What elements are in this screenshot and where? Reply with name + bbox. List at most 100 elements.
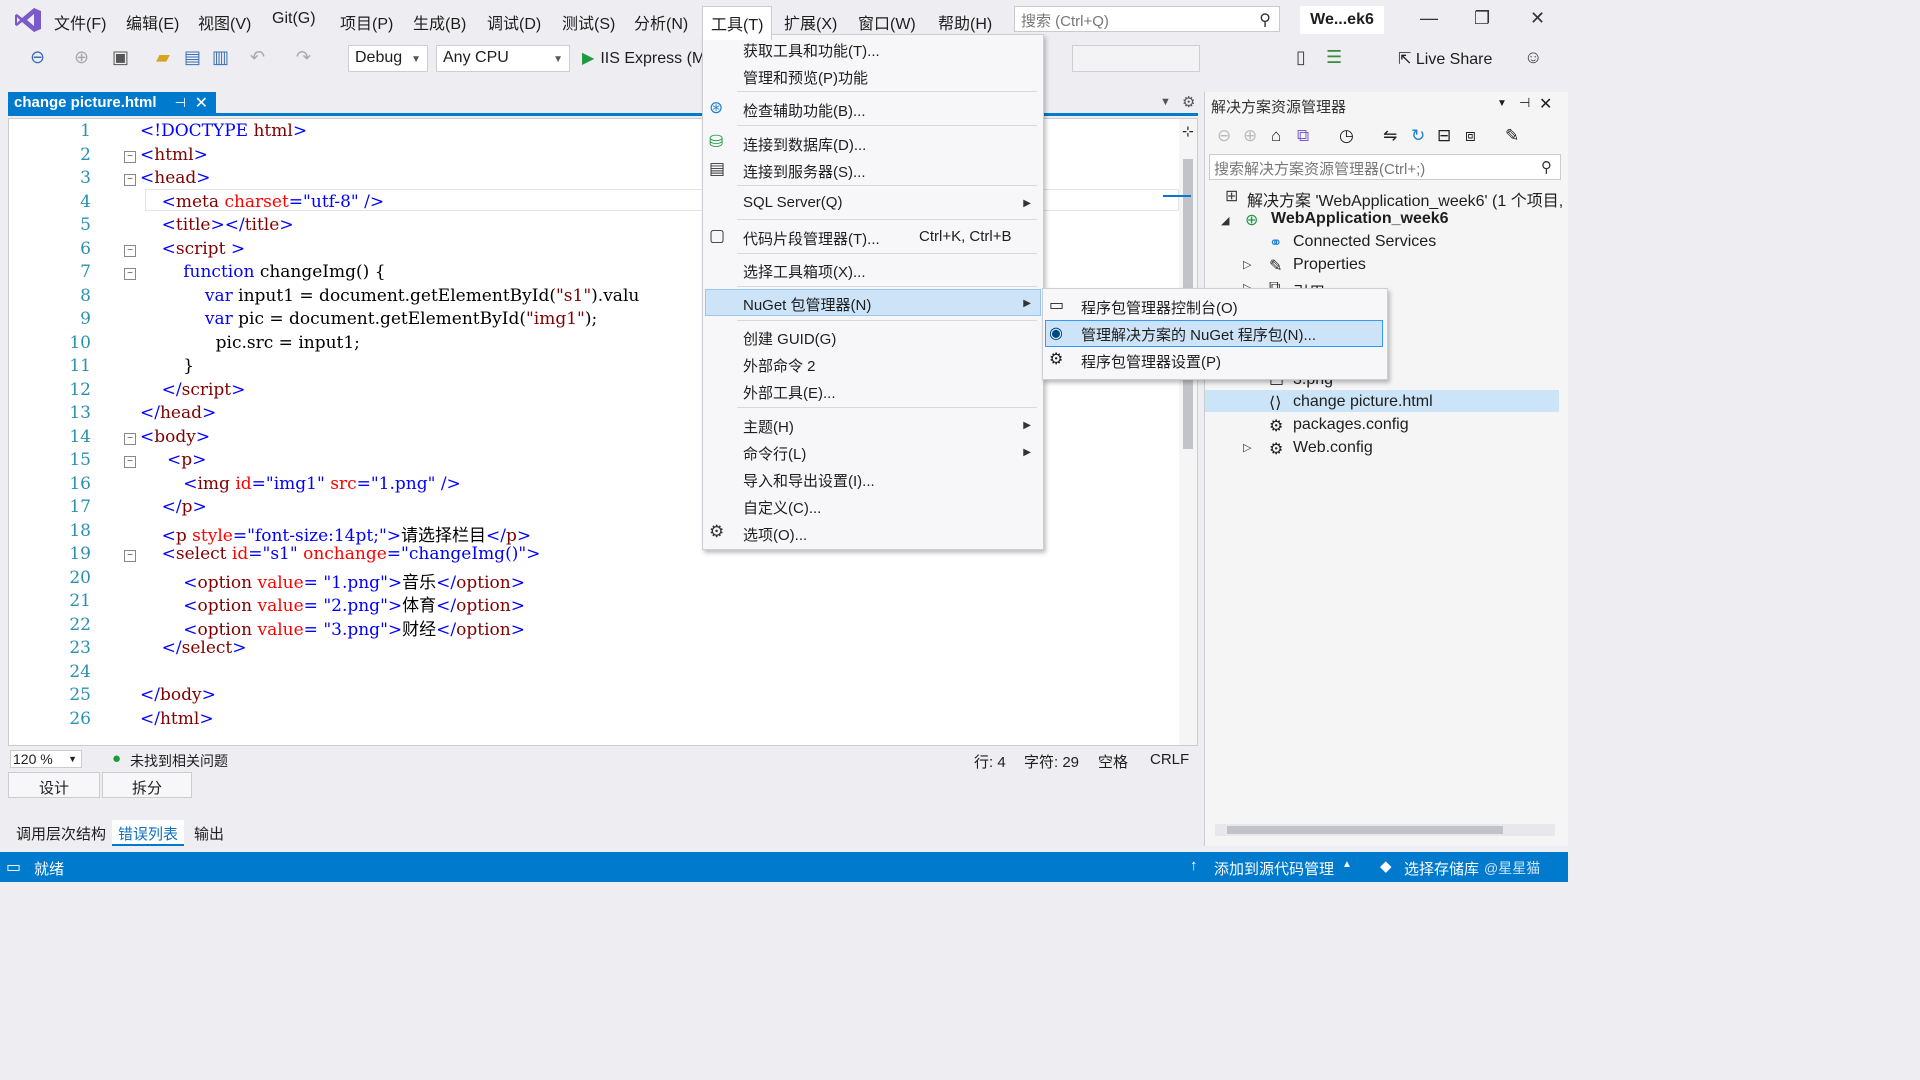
- vertical-scrollbar[interactable]: ⊹: [1163, 119, 1197, 745]
- fold-toggle-icon[interactable]: −: [124, 432, 136, 445]
- split-icon[interactable]: ⊹: [1182, 123, 1194, 140]
- menu-project[interactable]: 项目(P): [340, 10, 393, 34]
- forward-icon[interactable]: ⊕: [74, 47, 89, 68]
- code-line[interactable]: }: [140, 356, 194, 376]
- gear-icon[interactable]: ⚙: [1182, 93, 1195, 111]
- code-line[interactable]: <img id="img1" src="1.png" />: [140, 474, 461, 494]
- close-icon[interactable]: ✕: [1539, 94, 1552, 114]
- code-line[interactable]: <option value= "1.png">音乐</option>: [140, 568, 525, 593]
- add-to-source-control[interactable]: 添加到源代码管理: [1214, 858, 1334, 879]
- menu-item-theme[interactable]: 主题(H): [743, 416, 794, 437]
- run-button[interactable]: ▶ IIS Express (M: [582, 48, 705, 68]
- menu-item-get-tools[interactable]: 获取工具和功能(T)...: [743, 40, 880, 61]
- wrench-icon[interactable]: ✎: [1505, 126, 1519, 146]
- menu-item-manage-nuget-packages[interactable]: 管理解决方案的 NuGet 程序包(N)...: [1081, 324, 1316, 345]
- menu-item-connect-server[interactable]: 连接到服务器(S)...: [743, 161, 866, 182]
- code-line[interactable]: <meta charset="utf-8" />: [140, 192, 384, 212]
- code-line[interactable]: var pic = document.getElementById("img1"…: [140, 309, 597, 329]
- tree-item-connected-services[interactable]: Connected Services: [1293, 233, 1436, 251]
- menu-analyze[interactable]: 分析(N): [634, 10, 688, 34]
- solution-search-input[interactable]: 搜索解决方案资源管理器(Ctrl+;) ⚲: [1209, 154, 1561, 180]
- fold-toggle-icon[interactable]: −: [124, 268, 136, 280]
- tree-item-packages-config[interactable]: packages.config: [1293, 416, 1409, 434]
- code-line[interactable]: </select>: [140, 638, 247, 658]
- menu-item-package-console[interactable]: 程序包管理器控制台(O): [1081, 297, 1238, 318]
- collapsed-triangle-icon[interactable]: ▷: [1243, 441, 1251, 454]
- list-icon[interactable]: ☰: [1326, 47, 1342, 68]
- tab-output[interactable]: 输出: [194, 823, 224, 844]
- horizontal-scrollbar[interactable]: [1215, 824, 1555, 836]
- tab-split[interactable]: 拆分: [102, 772, 192, 798]
- code-line[interactable]: <script >: [140, 239, 245, 259]
- code-line[interactable]: <html>: [140, 145, 208, 165]
- redo-icon[interactable]: ↷: [296, 47, 311, 68]
- menu-item-customize[interactable]: 自定义(C)...: [743, 497, 821, 518]
- fold-toggle-icon[interactable]: −: [124, 174, 136, 186]
- scrollbar-thumb[interactable]: [1227, 826, 1503, 834]
- code-line[interactable]: </head>: [140, 403, 216, 423]
- pin-icon[interactable]: ⊣: [175, 95, 186, 111]
- code-line[interactable]: <option value= "2.png">体育</option>: [140, 591, 525, 616]
- menu-edit[interactable]: 编辑(E): [126, 10, 179, 34]
- code-line[interactable]: <p>: [140, 450, 206, 470]
- solution-node[interactable]: 解决方案 'WebApplication_week6' (1 个项目,: [1247, 187, 1563, 211]
- pin-icon[interactable]: ⊣: [1519, 95, 1530, 111]
- menu-item-nuget[interactable]: NuGet 包管理器(N): [743, 294, 871, 315]
- code-line[interactable]: </html>: [140, 709, 214, 729]
- menu-item-sql-server[interactable]: SQL Server(Q): [743, 194, 842, 211]
- refresh-icon[interactable]: ↻: [1411, 126, 1425, 146]
- platform-select[interactable]: Any CPU ▼: [436, 45, 570, 72]
- code-line[interactable]: <select id="s1" onchange="changeImg()">: [140, 544, 541, 564]
- menu-item-snippet-manager[interactable]: 代码片段管理器(T)...: [743, 228, 880, 249]
- menu-item-choose-toolbox[interactable]: 选择工具箱项(X)...: [743, 261, 866, 282]
- project-node[interactable]: WebApplication_week6: [1271, 210, 1449, 228]
- new-project-icon[interactable]: ▣: [112, 47, 129, 68]
- tab-dropdown-icon[interactable]: ▼: [1160, 96, 1171, 108]
- expanded-triangle-icon[interactable]: ◢: [1221, 214, 1229, 227]
- forward-icon[interactable]: ⊕: [1243, 126, 1257, 146]
- menu-item-external-command[interactable]: 外部命令 2: [743, 355, 816, 376]
- undo-icon[interactable]: ↶: [250, 47, 265, 68]
- show-all-files-icon[interactable]: ⧈: [1465, 126, 1476, 146]
- code-line[interactable]: <!DOCTYPE html>: [140, 121, 307, 141]
- menu-window[interactable]: 窗口(W): [858, 10, 916, 34]
- chevron-down-icon[interactable]: ▼: [1497, 98, 1507, 109]
- code-line[interactable]: <title></title>: [140, 215, 294, 235]
- tab-design[interactable]: 设计: [8, 772, 100, 798]
- menu-git[interactable]: Git(G): [272, 10, 316, 28]
- save-icon[interactable]: ▤: [184, 47, 201, 68]
- tab-change-picture-html[interactable]: change picture.html ⊣ ✕: [8, 92, 216, 116]
- menu-item-accessibility[interactable]: 检查辅助功能(B)...: [743, 100, 866, 121]
- fold-toggle-icon[interactable]: −: [124, 456, 136, 468]
- code-line[interactable]: <head>: [140, 168, 211, 188]
- fold-toggle-icon[interactable]: −: [124, 150, 136, 163]
- whitespace-indicator[interactable]: 空格: [1098, 751, 1128, 772]
- code-line[interactable]: <option value= "3.png">财经</option>: [140, 615, 525, 640]
- restore-icon[interactable]: ❐: [1474, 8, 1490, 29]
- menu-help[interactable]: 帮助(H): [938, 10, 992, 34]
- code-line[interactable]: </p>: [140, 497, 207, 517]
- menu-tools[interactable]: 工具(T): [702, 6, 773, 40]
- fold-toggle-icon[interactable]: −: [124, 550, 136, 562]
- close-icon[interactable]: ✕: [1530, 8, 1545, 29]
- feedback-icon[interactable]: ☺: [1524, 47, 1542, 68]
- history-icon[interactable]: ◷: [1339, 126, 1354, 146]
- home-icon[interactable]: ⌂: [1271, 126, 1281, 146]
- live-share-button[interactable]: ⇱ Live Share: [1398, 49, 1492, 69]
- code-line[interactable]: var input1 = document.getElementById("s1…: [140, 286, 639, 306]
- menu-item-connect-database[interactable]: 连接到数据库(D)...: [743, 134, 866, 155]
- code-line[interactable]: pic.src = input1;: [140, 333, 360, 353]
- search-input[interactable]: 搜索 (Ctrl+Q) ⚲: [1014, 6, 1280, 32]
- collapsed-triangle-icon[interactable]: ▷: [1243, 258, 1251, 271]
- tree-item-properties[interactable]: Properties: [1293, 256, 1366, 274]
- close-tab-icon[interactable]: ✕: [195, 93, 208, 113]
- menu-debug[interactable]: 调试(D): [487, 10, 541, 34]
- menu-item-manage-preview[interactable]: 管理和预览(P)功能: [743, 67, 868, 88]
- configuration-select[interactable]: Debug ▼: [348, 45, 428, 72]
- code-line[interactable]: <p style="font-size:14pt;">请选择栏目</p>: [140, 521, 532, 546]
- code-line[interactable]: function changeImg() {: [140, 262, 385, 282]
- code-line[interactable]: <body>: [140, 427, 210, 447]
- menu-item-create-guid[interactable]: 创建 GUID(G): [743, 328, 836, 349]
- menu-item-package-settings[interactable]: 程序包管理器设置(P): [1081, 351, 1221, 372]
- sync-icon[interactable]: ⇋: [1383, 126, 1397, 146]
